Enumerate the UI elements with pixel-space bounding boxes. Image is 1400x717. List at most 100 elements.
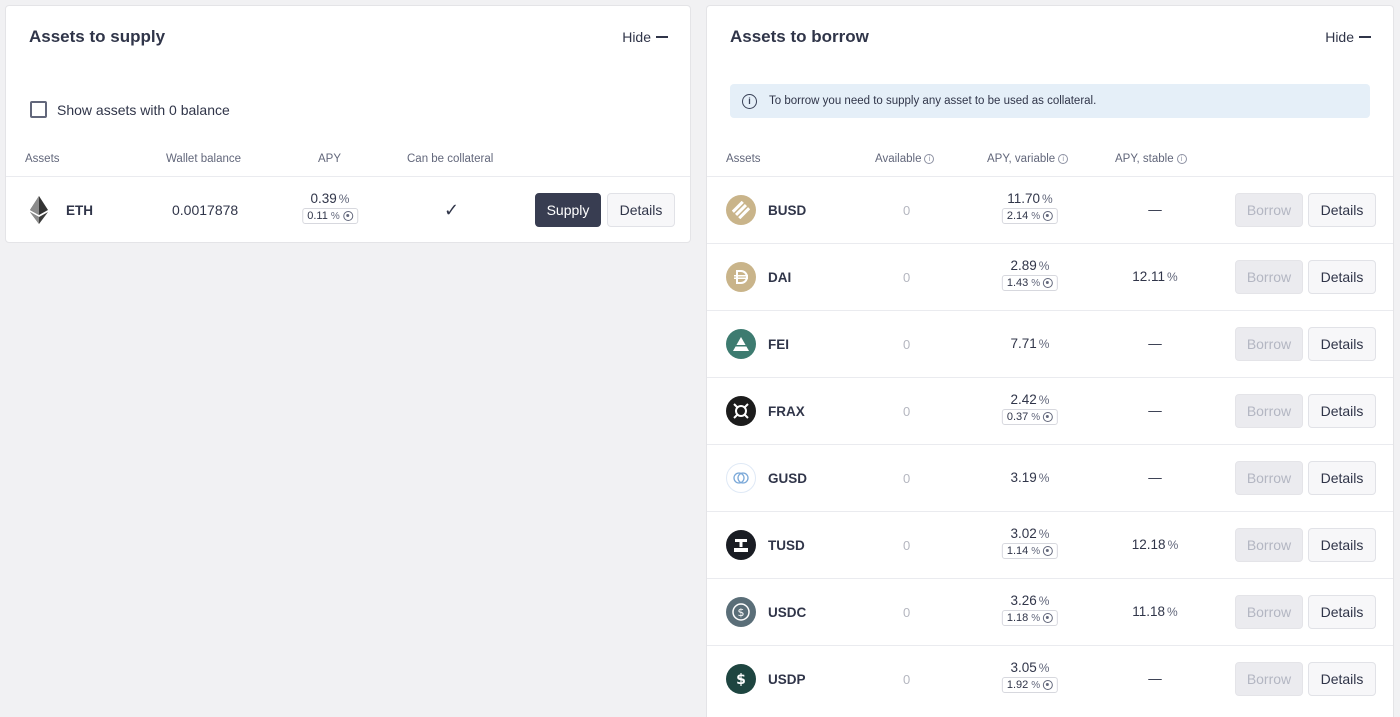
borrow-col-assets[interactable]: Assets xyxy=(726,153,761,165)
fei-token-cell: FEI xyxy=(726,311,789,377)
dai-token-cell: DAI xyxy=(726,244,791,310)
borrow-col-apy-stable[interactable]: APY, stable i xyxy=(1115,153,1187,165)
usdp-apy-variable: 3.05% 1.92% xyxy=(1001,660,1059,693)
busd-apy-variable: 11.70% 2.14% xyxy=(1001,191,1059,224)
usdc-apy-stable: 11.18% xyxy=(1132,604,1177,619)
show-zero-balance-checkbox[interactable] xyxy=(30,101,47,118)
busd-apy-variable-value: 11.70 xyxy=(1007,191,1041,206)
eth-symbol: ETH xyxy=(66,202,93,218)
collateral-info-alert: i To borrow you need to supply any asset… xyxy=(730,84,1370,118)
gusd-apy-variable: 3.19% xyxy=(1011,470,1050,485)
fei-symbol: FEI xyxy=(768,336,790,352)
usdc-details-button[interactable]: Details xyxy=(1308,595,1376,629)
usdc-available: 0 xyxy=(903,604,911,620)
dai-icon xyxy=(726,262,756,292)
eth-incentive-value: 0.11 xyxy=(307,210,328,222)
percent-sign: % xyxy=(1031,210,1041,222)
busd-available: 0 xyxy=(903,202,911,218)
info-icon[interactable]: i xyxy=(924,154,935,164)
usdp-token-cell: $ USDP xyxy=(726,646,806,712)
borrow-hide-button[interactable]: Hide xyxy=(1325,29,1371,45)
borrow-col-available[interactable]: Available i xyxy=(875,153,935,165)
usdp-apy-stable: — xyxy=(1148,671,1162,686)
gusd-symbol: GUSD xyxy=(768,470,808,486)
busd-borrow-button[interactable]: Borrow xyxy=(1235,193,1303,227)
fei-apy-variable: 7.71% xyxy=(1011,336,1050,351)
tusd-incentive-badge[interactable]: 1.14% xyxy=(1001,543,1059,559)
frax-incentive-badge[interactable]: 0.37% xyxy=(1001,409,1059,425)
busd-details-button[interactable]: Details xyxy=(1308,193,1376,227)
usdp-details-button[interactable]: Details xyxy=(1308,662,1376,696)
dai-apy-stable: 12.11% xyxy=(1132,269,1177,284)
busd-apy-stable: — xyxy=(1148,202,1162,217)
borrow-row-tusd: TUSD 0 3.02% 1.14% 12.18% Borrow Details xyxy=(707,511,1393,578)
tusd-apy-variable: 3.02% 1.14% xyxy=(1001,526,1059,559)
tusd-incentive-value: 1.14 xyxy=(1006,545,1029,557)
eth-incentive-badge[interactable]: 0.11% xyxy=(302,208,358,224)
supply-col-assets[interactable]: Assets xyxy=(25,153,60,165)
dai-details-button[interactable]: Details xyxy=(1308,260,1376,294)
eth-wallet-balance: 0.0017878 xyxy=(172,202,239,218)
dai-incentive-badge[interactable]: 1.43% xyxy=(1001,275,1059,291)
usdp-incentive-badge[interactable]: 1.92% xyxy=(1001,677,1059,693)
borrow-row-dai: DAI 0 2.89% 1.43% 12.11% Borrow Details xyxy=(707,243,1393,310)
frax-borrow-button[interactable]: Borrow xyxy=(1235,394,1303,428)
frax-token-cell: FRAX xyxy=(726,378,805,444)
percent-sign: % xyxy=(1167,605,1178,619)
usdp-apy-stable-value: — xyxy=(1148,671,1162,686)
info-icon: i xyxy=(742,93,757,109)
borrow-panel: Assets to borrow Hide i To borrow you ne… xyxy=(706,5,1394,717)
fei-borrow-button[interactable]: Borrow xyxy=(1235,327,1303,361)
tusd-borrow-button[interactable]: Borrow xyxy=(1235,528,1303,562)
usdp-symbol: USDP xyxy=(768,671,806,687)
percent-sign: % xyxy=(1042,192,1053,206)
usdc-apy-variable: 3.26% 1.18% xyxy=(1001,593,1059,626)
gusd-borrow-button[interactable]: Borrow xyxy=(1235,461,1303,495)
supply-col-apy[interactable]: APY xyxy=(318,153,341,165)
frax-apy-stable-value: — xyxy=(1148,403,1162,418)
busd-apy-stable-value: — xyxy=(1148,202,1162,217)
incentive-token-icon xyxy=(1043,412,1054,422)
busd-symbol: BUSD xyxy=(768,202,807,218)
show-zero-balance-toggle[interactable]: Show assets with 0 balance xyxy=(30,101,230,118)
usdc-borrow-button[interactable]: Borrow xyxy=(1235,595,1303,629)
borrow-row-gusd: GUSD 0 3.19% — Borrow Details xyxy=(707,444,1393,511)
incentive-token-icon xyxy=(1043,613,1054,623)
busd-incentive-badge[interactable]: 2.14% xyxy=(1001,208,1059,224)
tusd-details-button[interactable]: Details xyxy=(1308,528,1376,562)
frax-available: 0 xyxy=(903,403,911,419)
borrow-col-apy-variable-label: APY, variable xyxy=(987,153,1056,165)
incentive-token-icon xyxy=(342,211,353,221)
incentive-token-icon xyxy=(1043,211,1054,221)
collateral-info-text: To borrow you need to supply any asset t… xyxy=(769,95,1097,107)
gusd-details-button[interactable]: Details xyxy=(1308,461,1376,495)
supply-hide-button[interactable]: Hide xyxy=(622,29,668,45)
borrow-col-apy-variable[interactable]: APY, variable i xyxy=(987,153,1069,165)
supply-panel-title: Assets to supply xyxy=(29,27,166,46)
usdp-borrow-button[interactable]: Borrow xyxy=(1235,662,1303,696)
percent-sign: % xyxy=(1038,594,1050,608)
tusd-icon xyxy=(726,530,756,560)
frax-details-button[interactable]: Details xyxy=(1308,394,1376,428)
supply-col-wallet-balance[interactable]: Wallet balance xyxy=(166,153,241,165)
minus-icon xyxy=(1359,36,1371,38)
usdc-incentive-badge[interactable]: 1.18% xyxy=(1001,610,1059,626)
usdp-incentive-value: 1.92 xyxy=(1006,679,1029,691)
info-icon[interactable]: i xyxy=(1176,154,1187,164)
supply-button[interactable]: Supply xyxy=(535,193,601,227)
percent-sign: % xyxy=(1031,277,1041,289)
eth-details-button[interactable]: Details xyxy=(607,193,675,227)
supply-panel-header: Assets to supply Hide xyxy=(6,6,690,70)
borrow-col-available-label: Available xyxy=(875,153,922,165)
info-icon[interactable]: i xyxy=(1058,154,1069,164)
fei-details-button[interactable]: Details xyxy=(1308,327,1376,361)
frax-icon xyxy=(726,396,756,426)
fei-available: 0 xyxy=(903,336,911,352)
percent-sign: % xyxy=(1038,259,1050,273)
busd-incentive-value: 2.14 xyxy=(1006,210,1029,222)
dai-available: 0 xyxy=(903,269,911,285)
supply-panel: Assets to supply Hide Show assets with 0… xyxy=(5,5,691,243)
percent-sign: % xyxy=(1031,612,1041,624)
dai-apy-variable: 2.89% 1.43% xyxy=(1001,258,1059,291)
dai-borrow-button[interactable]: Borrow xyxy=(1235,260,1303,294)
